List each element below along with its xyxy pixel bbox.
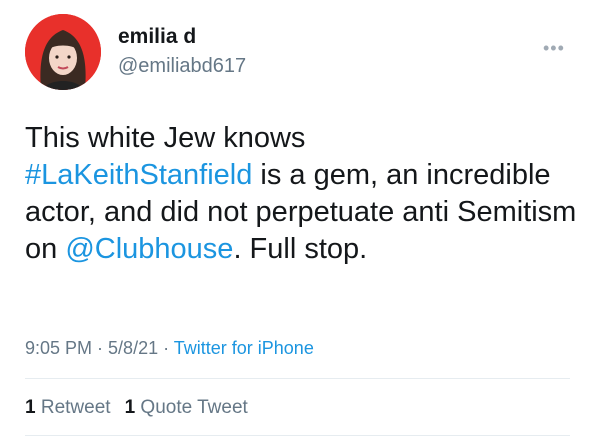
retweet-count: 1 — [25, 397, 36, 418]
author-name[interactable]: emilia d — [118, 25, 196, 49]
tweet-text-part: . Full stop. — [233, 233, 368, 265]
tweet-time[interactable]: 9:05 PM — [25, 338, 92, 358]
tweet-text-part: This white Jew knows — [25, 122, 306, 154]
more-options-icon[interactable]: ••• — [543, 38, 565, 59]
retweet-stat[interactable]: 1 Retweet — [25, 397, 111, 418]
separator-dot: · — [158, 338, 174, 358]
retweet-label: Retweet — [35, 397, 111, 418]
quote-label: Quote Tweet — [135, 397, 248, 418]
tweet-date[interactable]: 5/8/21 — [108, 338, 158, 358]
tweet-source-link[interactable]: Twitter for iPhone — [174, 338, 314, 358]
divider — [25, 378, 570, 379]
avatar[interactable] — [25, 14, 101, 90]
author-handle[interactable]: @emiliabd617 — [118, 55, 246, 78]
engagement-stats: 1 Retweet 1 Quote Tweet — [25, 397, 262, 419]
tweet-text: This white Jew knows #LaKeithStanfield is… — [25, 120, 585, 268]
divider — [25, 435, 570, 436]
hashtag-link[interactable]: #LaKeithStanfield — [25, 159, 252, 191]
avatar-image — [25, 14, 101, 90]
mention-link[interactable]: @Clubhouse — [65, 233, 233, 265]
separator-dot: · — [92, 338, 109, 358]
quote-tweet-stat[interactable]: 1 Quote Tweet — [125, 397, 248, 418]
tweet-metadata: 9:05 PM · 5/8/21 · Twitter for iPhone — [25, 338, 314, 359]
quote-count: 1 — [124, 397, 136, 418]
